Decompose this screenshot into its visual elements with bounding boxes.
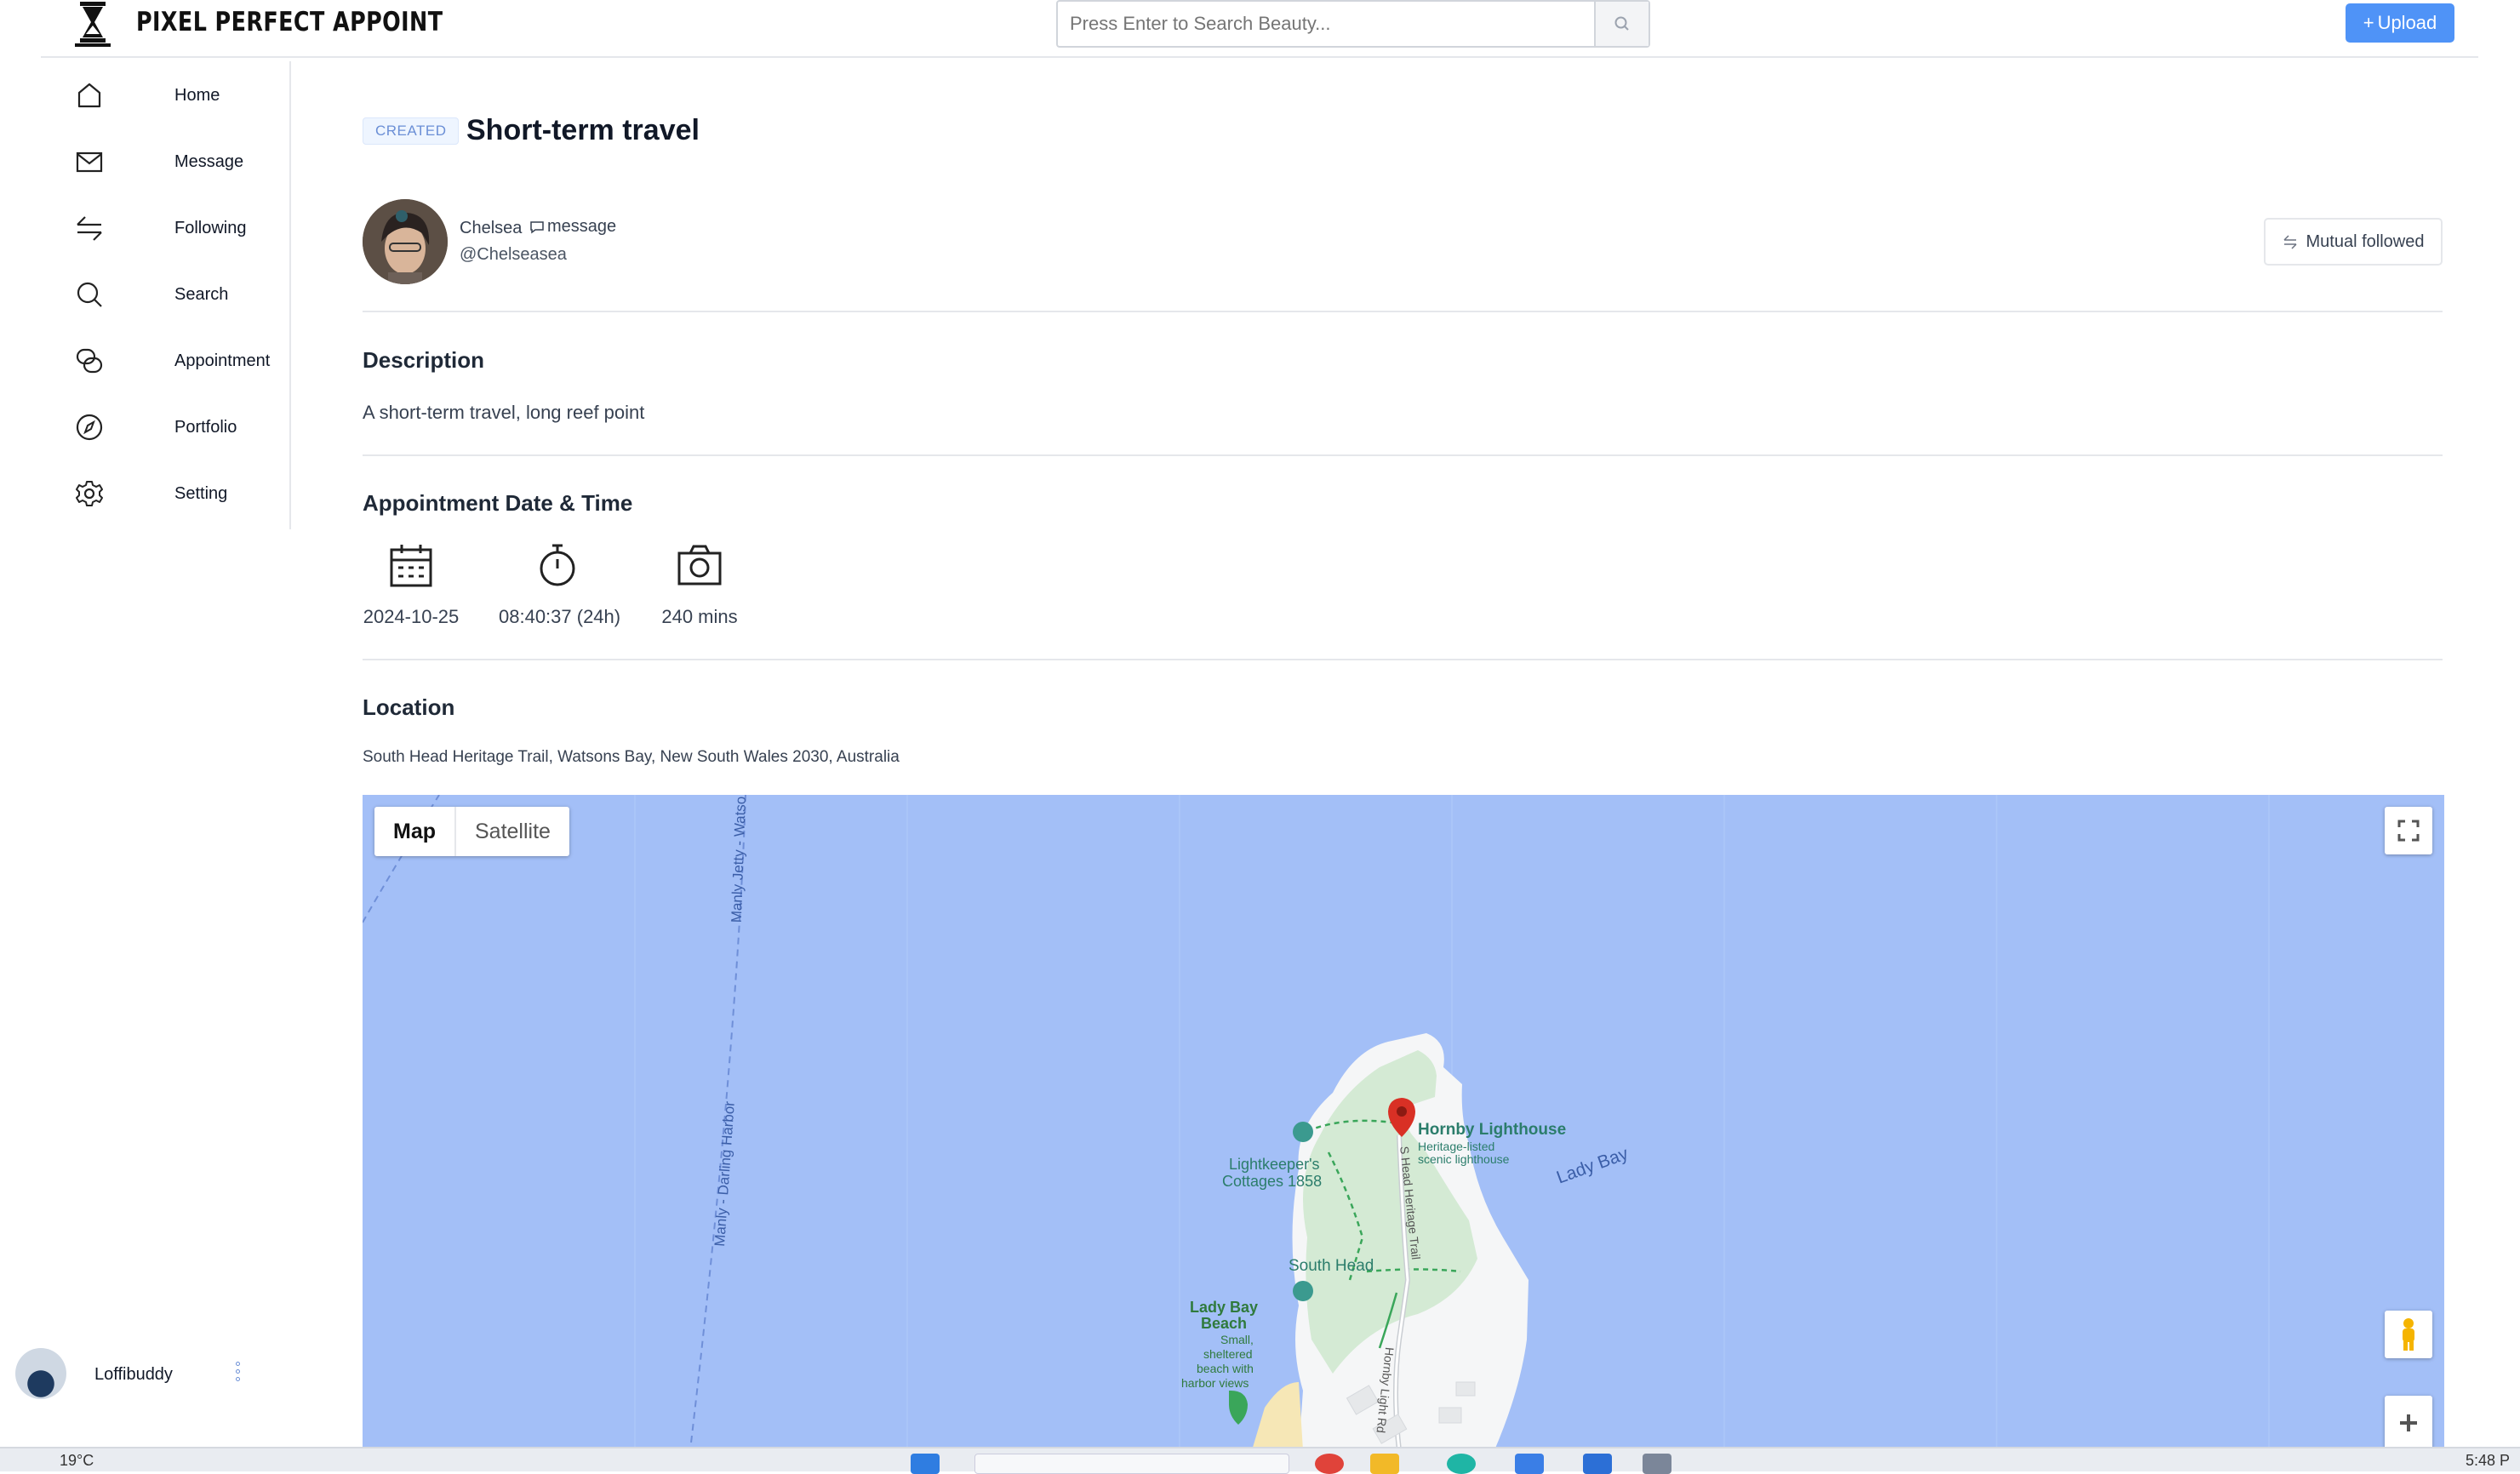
mutual-followed-label: Mutual followed (2306, 231, 2425, 251)
poi-label-cottages: Cottages 1858 (1222, 1173, 1323, 1190)
folder-icon[interactable] (1370, 1454, 1399, 1474)
pegman-icon (2403, 1318, 2414, 1351)
following-icon (77, 216, 102, 241)
date-value: 2024-10-25 (363, 606, 460, 627)
avatar[interactable] (15, 1348, 66, 1399)
appointment-date: 2024-10-25 (363, 541, 460, 628)
location-address: South Head Heritage Trail, Watsons Bay, … (363, 748, 900, 766)
chat-bubbles-icon (76, 348, 103, 374)
app-icon[interactable] (1583, 1454, 1612, 1474)
sidebar-item-setting[interactable]: Setting (75, 468, 279, 519)
upload-label: Upload (2377, 12, 2437, 33)
sidebar-item-search[interactable]: Search (75, 269, 279, 320)
poi-label-cottages[interactable]: Lightkeeper's (1229, 1156, 1320, 1174)
browser-icon[interactable] (1315, 1454, 1344, 1474)
appointment-time: 08:40:37 (24h) (499, 541, 621, 628)
map-type-toggle: Map Satellite (374, 807, 569, 856)
zoom-in-button[interactable] (2385, 1396, 2432, 1450)
poi-sublabel: beach with (1197, 1362, 1254, 1375)
street-view-button[interactable] (2385, 1311, 2432, 1358)
author-avatar[interactable] (363, 199, 448, 284)
comment-icon (530, 220, 544, 233)
weather-widget[interactable]: 19°C (60, 1452, 94, 1470)
sidebar-item-label: Setting (174, 483, 228, 503)
author-name[interactable]: Chelsea (460, 219, 522, 238)
sidebar-item-label: Message (174, 151, 244, 171)
app-icon[interactable] (1447, 1454, 1476, 1474)
start-icon[interactable] (911, 1454, 940, 1474)
sidebar-item-label: Appointment (174, 351, 271, 370)
sidebar-item-appointment[interactable]: Appointment (75, 335, 279, 386)
more-options-icon[interactable] (233, 1362, 242, 1387)
divider (363, 311, 2443, 312)
message-link[interactable]: message (529, 217, 616, 237)
search-bar (1056, 0, 1650, 48)
home-icon (77, 83, 101, 108)
map-canvas[interactable] (363, 795, 2444, 1450)
fullscreen-icon (2397, 820, 2420, 842)
poi-sublabel: Heritage-listed (1418, 1140, 1495, 1153)
poi-sublabel: scenic lighthouse (1418, 1152, 1510, 1166)
search-icon (77, 282, 102, 307)
description-text: A short-term travel, long reef point (363, 402, 645, 423)
sidebar-item-portfolio[interactable]: Portfolio (75, 402, 279, 453)
search-button[interactable] (1594, 2, 1649, 46)
current-user[interactable]: Loffibuddy (15, 1348, 271, 1403)
sidebar-item-label: Following (174, 218, 247, 237)
location-map[interactable]: Manly Jetty - Watso Manly - Darling Harb… (363, 795, 2444, 1450)
sidebar-item-message[interactable]: Message (75, 136, 279, 187)
sidebar-item-following[interactable]: Following (75, 203, 279, 254)
map-tab-satellite[interactable]: Satellite (454, 807, 569, 856)
compass-icon (76, 414, 103, 441)
hourglass-logo-icon[interactable] (71, 0, 114, 48)
page-title: Short-term travel (466, 114, 700, 146)
top-header: PIXEL PERFECT APPOINT + Upload (41, 0, 2478, 58)
poi-label-south-head[interactable]: South Head (1289, 1257, 1374, 1276)
app-name[interactable]: PIXEL PERFECT APPOINT (136, 7, 443, 37)
search-icon (1614, 16, 1629, 31)
plus-icon (2400, 1414, 2417, 1431)
appointment-heading: Appointment Date & Time (363, 490, 633, 516)
upload-button[interactable]: + Upload (2346, 3, 2454, 43)
os-taskbar: 19°C 5:48 P (0, 1447, 2520, 1474)
poi-sublabel: harbor views (1181, 1376, 1249, 1390)
search-input[interactable] (1058, 2, 1594, 46)
sidebar-item-label: Home (174, 85, 220, 105)
gear-icon (76, 481, 103, 506)
divider (363, 454, 2443, 456)
duration-value: 240 mins (661, 606, 738, 627)
poi-label-beach: Beach (1201, 1315, 1248, 1332)
app-icon[interactable] (1643, 1454, 1671, 1474)
sidebar-item-home[interactable]: Home (75, 70, 279, 121)
plus-icon: + (2363, 12, 2374, 33)
message-label: message (547, 217, 617, 236)
fullscreen-button[interactable] (2385, 807, 2432, 854)
divider (363, 659, 2443, 660)
location-heading: Location (363, 694, 455, 720)
sidebar: Home Message Following Search Appointmen… (41, 61, 291, 529)
poi-label-lighthouse[interactable]: Hornby Lighthouse (1418, 1121, 1566, 1140)
appointment-duration: 240 mins (660, 541, 739, 628)
time-value: 08:40:37 (24h) (499, 606, 621, 627)
map-tab-map[interactable]: Map (374, 807, 454, 856)
sidebar-item-label: Portfolio (174, 417, 237, 437)
sidebar-item-label: Search (174, 284, 229, 304)
stopwatch-icon (540, 544, 575, 586)
description-heading: Description (363, 347, 485, 373)
mutual-followed-button[interactable]: Mutual followed (2264, 218, 2443, 266)
user-name: Loffibuddy (94, 1365, 173, 1384)
app-icon[interactable] (1515, 1454, 1544, 1474)
taskbar-search[interactable] (974, 1454, 1289, 1474)
camera-icon (677, 545, 722, 586)
poi-label-beach[interactable]: Lady Bay (1190, 1299, 1258, 1317)
poi-sublabel: Small, (1220, 1333, 1254, 1346)
following-icon (2283, 235, 2297, 249)
poi-sublabel: sheltered (1203, 1347, 1253, 1361)
status-badge: CREATED (363, 117, 460, 145)
clock[interactable]: 5:48 P (2466, 1452, 2510, 1470)
mail-icon (76, 151, 103, 173)
author-handle: @Chelseasea (460, 245, 567, 264)
calendar-icon (390, 545, 432, 587)
